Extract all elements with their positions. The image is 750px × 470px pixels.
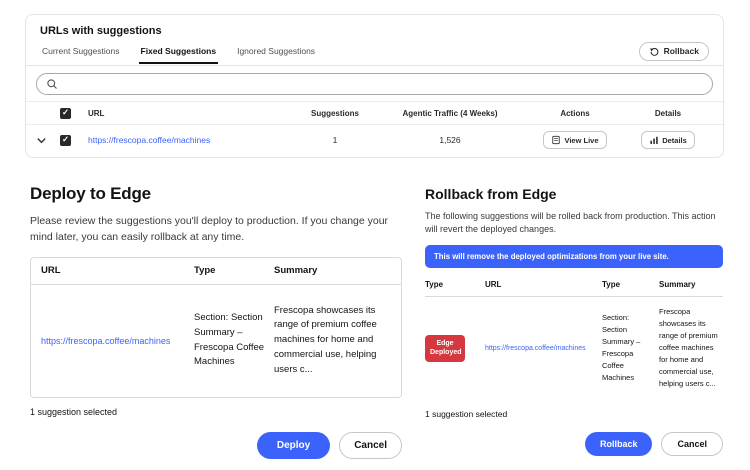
deploy-column-summary: Summary [274,265,391,276]
deploy-dialog-description: Please review the suggestions you'll dep… [30,213,402,246]
tab-ignored-suggestions[interactable]: Ignored Suggestions [235,38,317,64]
rollback-row-type: Section: Section Summary – Frescopa Coff… [602,312,654,384]
rollback-confirm-button[interactable]: Rollback [585,432,653,456]
rollback-button[interactable]: Rollback [639,42,709,61]
rollback-button-label: Rollback [664,46,699,56]
details-label: Details [662,136,687,145]
rollback-dialog-title: Rollback from Edge [425,186,723,202]
deploy-cancel-button[interactable]: Cancel [339,432,402,459]
column-header-traffic: Agentic Traffic (4 Weeks) [375,109,525,118]
rollback-dialog-description: The following suggestions will be rolled… [425,210,723,236]
deploy-table-row: https://frescopa.coffee/machines Section… [31,285,401,397]
deploy-button-row: Deploy Cancel [30,432,402,459]
rollback-table-row: Edge Deployed https://frescopa.coffee/ma… [425,297,723,399]
deploy-column-url: URL [41,265,186,276]
rollback-column-url: URL [485,280,597,289]
details-button[interactable]: Details [641,131,695,149]
search-box [36,73,713,95]
select-all-checkbox[interactable] [60,108,71,119]
rollback-column-type: Type [602,280,654,289]
deploy-table-header: URL Type Summary [31,258,401,285]
search-icon [46,78,58,90]
rollback-icon [649,46,660,57]
deploy-column-type: Type [194,265,266,276]
deploy-row-summary: Frescopa showcases its range of premium … [274,304,391,378]
bar-chart-icon [649,135,659,145]
rollback-cancel-button[interactable]: Cancel [661,432,723,456]
view-live-button[interactable]: View Live [543,131,606,149]
table-row: https://frescopa.coffee/machines 1 1,526… [26,125,723,155]
urls-with-suggestions-panel: URLs with suggestions Current Suggestion… [25,14,724,158]
tab-fixed-suggestions[interactable]: Fixed Suggestions [139,38,219,64]
rollback-selection-count: 1 suggestion selected [425,409,723,419]
deploy-row-url-link[interactable]: https://frescopa.coffee/machines [41,336,186,346]
deploy-selection-count: 1 suggestion selected [30,407,402,417]
table-header-row: URL Suggestions Agentic Traffic (4 Weeks… [26,101,723,125]
deploy-row-type: Section: Section Summary – Frescopa Coff… [194,311,266,370]
rollback-table-header: Type URL Type Summary [425,280,723,297]
row-checkbox[interactable] [60,135,71,146]
column-header-actions: Actions [525,109,625,118]
rollback-row-summary: Frescopa showcases its range of premium … [659,306,723,390]
column-header-suggestions: Suggestions [295,109,375,118]
view-live-label: View Live [564,136,598,145]
row-suggestions-count: 1 [295,135,375,145]
rollback-row-url-link[interactable]: https://frescopa.coffee/machines [485,345,597,352]
search-row [26,66,723,101]
preview-page-icon [551,135,561,145]
deploy-dialog-title: Deploy to Edge [30,184,402,204]
rollback-column-badge-type: Type [425,280,480,289]
column-header-details: Details [625,109,711,118]
search-input[interactable] [64,79,703,90]
deploy-dialog: Deploy to Edge Please review the suggest… [30,184,402,459]
tab-current-suggestions[interactable]: Current Suggestions [40,38,122,64]
deploy-table: URL Type Summary https://frescopa.coffee… [30,257,402,398]
tabs-bar: Current Suggestions Fixed Suggestions Ig… [26,37,723,66]
rollback-dialog: Rollback from Edge The following suggest… [425,186,723,456]
rollback-warning-banner: This will remove the deployed optimizati… [425,245,723,268]
deploy-button[interactable]: Deploy [257,432,330,459]
column-header-url: URL [88,109,295,118]
row-traffic-value: 1,526 [375,135,525,145]
rollback-button-row: Rollback Cancel [425,432,723,456]
row-url-link[interactable]: https://frescopa.coffee/machines [88,135,295,145]
chevron-down-icon [36,135,47,146]
edge-deployed-badge: Edge Deployed [425,335,465,362]
expand-row-button[interactable] [36,135,60,146]
panel-title: URLs with suggestions [26,15,723,37]
rollback-column-summary: Summary [659,280,723,289]
